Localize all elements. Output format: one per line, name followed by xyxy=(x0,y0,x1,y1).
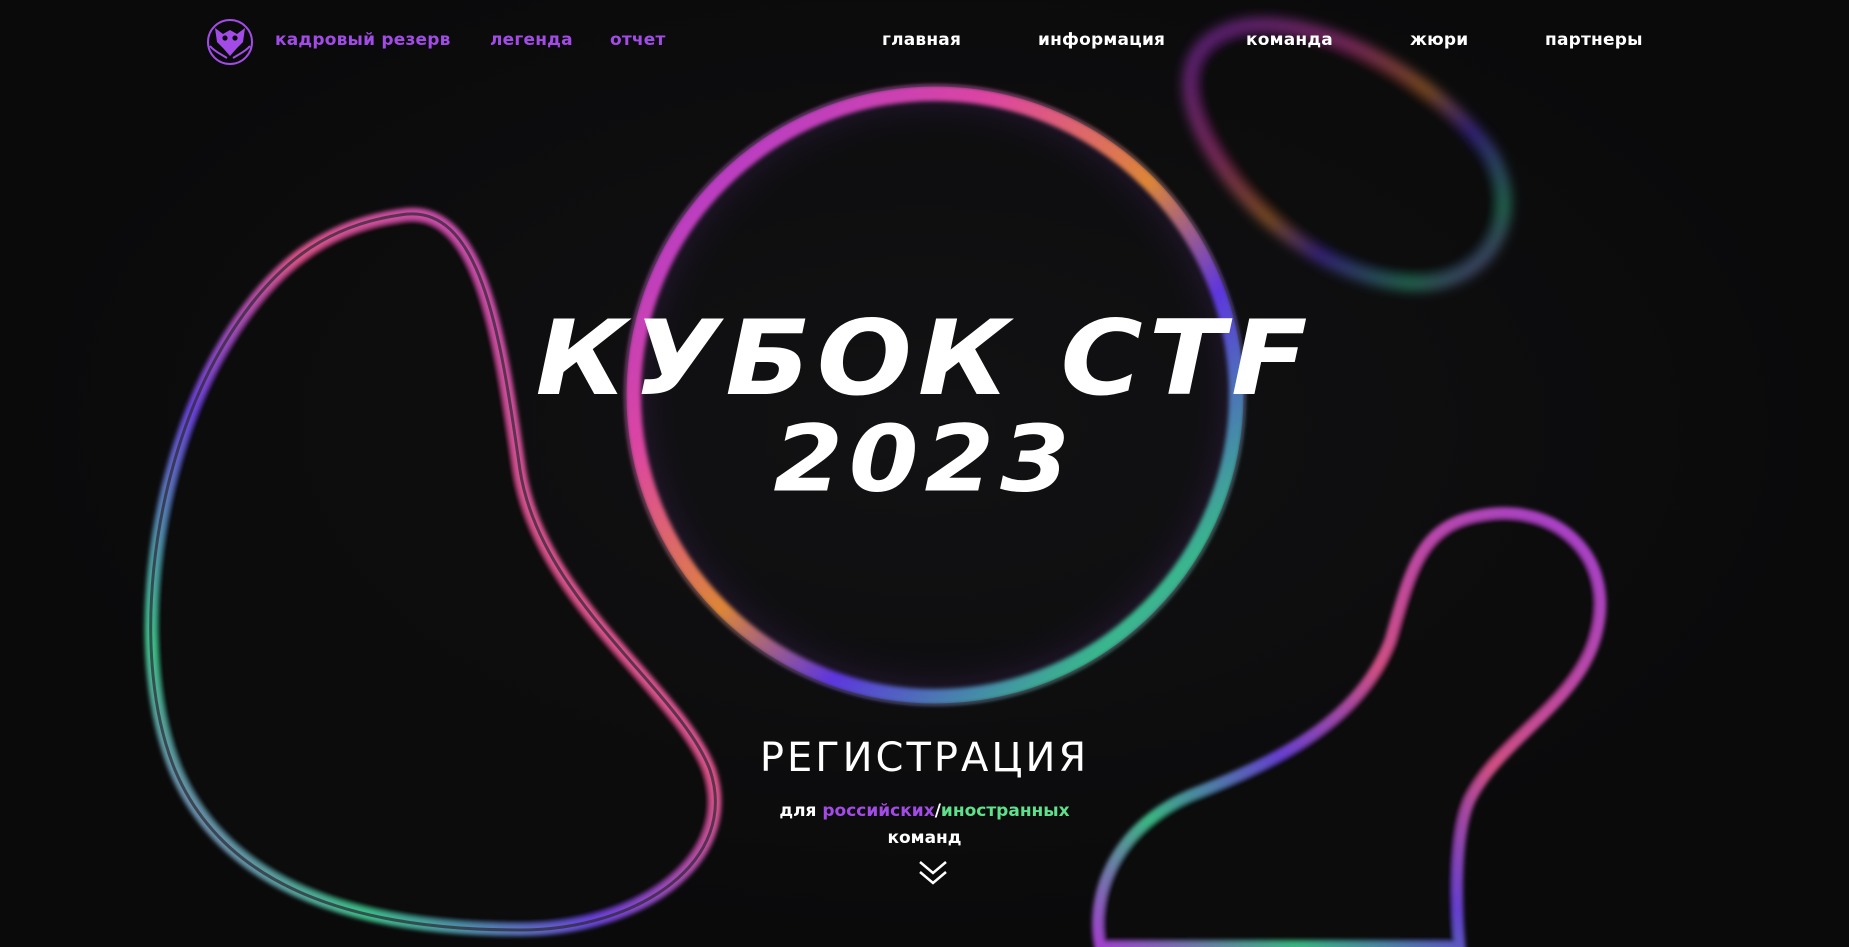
hero-title-line2: 2023 xyxy=(773,404,1076,513)
nav-link-information[interactable]: информация xyxy=(1038,30,1165,50)
registration-russian-link[interactable]: российских xyxy=(822,801,934,821)
registration-foreign-link[interactable]: иностранных xyxy=(941,801,1070,821)
registration-subtitle: для российских/иностранных команд xyxy=(0,798,1849,852)
nav-link-legend[interactable]: легенда xyxy=(490,30,573,50)
nav-link-personnel-reserve[interactable]: кадровый резерв xyxy=(275,30,451,50)
hero-title-line1: кубок ctf xyxy=(535,299,1314,419)
owl-logo-icon[interactable] xyxy=(203,18,257,66)
top-navigation: кадровый резерв легенда отчет главная ин… xyxy=(0,18,1849,66)
landing-page: кадровый резерв легенда отчет главная ин… xyxy=(0,0,1849,947)
nav-link-partners[interactable]: партнеры xyxy=(1545,30,1643,50)
nav-link-report[interactable]: отчет xyxy=(610,30,666,50)
double-chevron-down-icon[interactable] xyxy=(917,858,949,888)
nav-link-team[interactable]: команда xyxy=(1246,30,1333,50)
registration-suffix: команд xyxy=(887,828,962,848)
nav-link-jury[interactable]: жюри xyxy=(1410,30,1468,50)
registration-title[interactable]: регистрация xyxy=(0,735,1849,781)
nav-link-home[interactable]: главная xyxy=(882,30,961,50)
registration-prefix: для xyxy=(779,801,823,821)
